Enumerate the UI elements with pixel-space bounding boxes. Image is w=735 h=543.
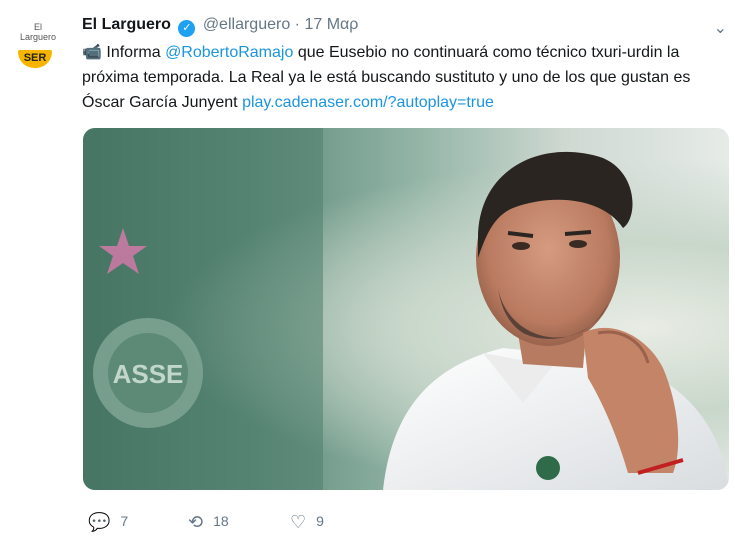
separator-dot: · (294, 16, 300, 33)
tweet-media-photo[interactable]: ASSE (83, 128, 729, 490)
brand-logo: SER (18, 50, 52, 68)
reply-icon: 💬 (88, 512, 111, 532)
tweet-text-part-1: Informa (106, 44, 166, 61)
verified-badge-icon: ✓ (178, 20, 196, 37)
url-link[interactable]: play.cadenaser.com/?autoplay=true (242, 94, 494, 111)
tweet-header: El Larguero ✓ @ellarguero · 17 Μαρ (82, 16, 358, 37)
like-button[interactable]: ♡ 9 (290, 512, 324, 533)
video-camera-icon: 📹 (82, 44, 102, 61)
reply-count: 7 (120, 513, 129, 529)
logo-top-text: El Larguero (19, 22, 57, 42)
chevron-down-icon[interactable]: ⌄ (714, 18, 727, 38)
avatar[interactable]: El Larguero SER (8, 12, 68, 72)
retweet-count: 18 (213, 513, 229, 529)
account-handle[interactable]: @ellarguero (203, 16, 290, 33)
like-count: 9 (316, 513, 324, 529)
mention-link[interactable]: @RobertoRamajo (165, 44, 293, 61)
svg-text:ASSE: ASSE (113, 359, 184, 389)
reply-button[interactable]: 💬 7 (88, 512, 128, 533)
tweet-date[interactable]: 17 Μαρ (304, 16, 358, 33)
photo-illustration: ASSE (83, 128, 729, 490)
tweet-text: 📹 Informa @RobertoRamajo que Eusebio no … (82, 40, 722, 115)
retweet-button[interactable]: ⟲ 18 (188, 512, 229, 533)
heart-icon: ♡ (290, 512, 307, 532)
account-name[interactable]: El Larguero (82, 16, 171, 33)
retweet-icon: ⟲ (188, 512, 204, 532)
